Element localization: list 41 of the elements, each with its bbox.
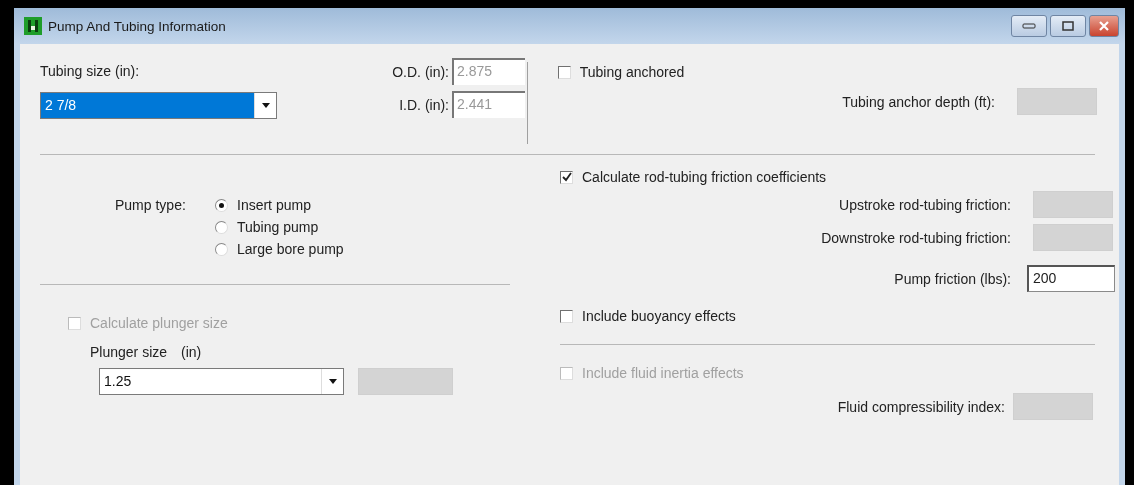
minimize-icon [1022, 23, 1036, 29]
checkbox-label: Calculate rod-tubing friction coefficients [582, 169, 827, 185]
field-label: Pump type: [115, 197, 187, 215]
caret-icon [261, 103, 270, 108]
radio-label: Large bore pump [237, 241, 344, 257]
field-label: I.D. (in): [399, 96, 449, 113]
radio-label: Insert pump [237, 197, 311, 213]
checkbox-label: Tubing anchored [579, 64, 685, 80]
caret-icon [328, 379, 337, 384]
close-button[interactable] [1089, 15, 1119, 37]
field-label: Plunger size [90, 344, 168, 360]
field-label: Pump friction (lbs): [894, 270, 1011, 287]
input-field[interactable]: 2.441 [452, 91, 525, 118]
checkbox-label: Include buoyancy effects [582, 308, 736, 324]
checkbox[interactable] [560, 170, 573, 184]
checkbox[interactable] [557, 65, 571, 79]
radio-button[interactable] [215, 242, 228, 256]
plunger-size-dropdown[interactable]: 1.25 [99, 368, 344, 395]
close-icon [1099, 21, 1109, 31]
radio-button[interactable] [215, 198, 228, 212]
checkbox[interactable] [560, 309, 573, 323]
maximize-button[interactable] [1050, 15, 1086, 37]
checkbox-label: Include fluid inertia effects [582, 365, 744, 381]
field-label: Tubing size (in): [40, 63, 141, 79]
field-label: O.D. (in): [392, 63, 449, 80]
app-icon [24, 17, 42, 35]
radio-label: Tubing pump [237, 219, 319, 235]
unit-label: (in) [181, 344, 202, 360]
input-field[interactable]: 2.875 [452, 58, 525, 85]
checkmark-icon [561, 172, 572, 182]
window-title: Pump And Tubing Information [48, 18, 226, 34]
field-label: Upstroke rod-tubing friction: [839, 196, 1011, 213]
tubing-size-dropdown[interactable]: 2 7/8 [40, 92, 277, 119]
maximize-icon [1062, 21, 1074, 31]
field-label: Downstroke rod-tubing friction: [821, 229, 1011, 246]
field-label: Tubing anchor depth (ft): [842, 93, 995, 110]
field-label: Fluid compressibility index: [837, 398, 1005, 415]
minimize-button[interactable] [1011, 15, 1047, 37]
radio-button[interactable] [215, 220, 228, 234]
input-field[interactable]: 200 [1027, 265, 1115, 292]
checkbox-label: Calculate plunger size [90, 315, 228, 331]
